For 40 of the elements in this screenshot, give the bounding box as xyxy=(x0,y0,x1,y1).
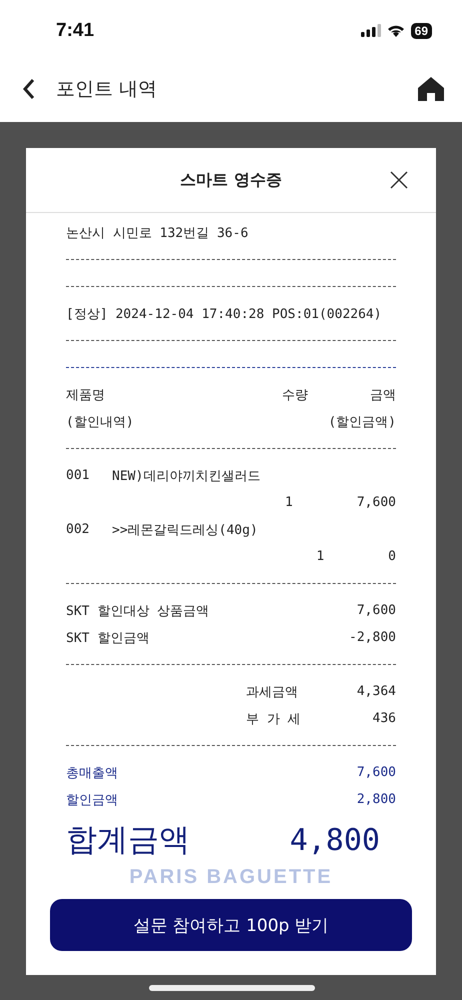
wifi-icon xyxy=(386,24,405,37)
receipt-label: SKT 할인대상 상품금액 xyxy=(66,602,210,620)
quantity-text: 1 xyxy=(315,549,324,564)
receipt-label: SKT 할인금액 xyxy=(66,630,150,646)
amount-text: 7,600 xyxy=(356,603,396,618)
tax-label: 과세금액 xyxy=(246,684,298,700)
tax-label: 부 가 세 xyxy=(246,710,301,728)
survey-button[interactable]: 설문 참여하고 100p 받기 xyxy=(50,899,412,951)
item-code: 002 xyxy=(66,522,90,537)
total-amount: 4,800 xyxy=(290,822,380,858)
summary-amount: 7,600 xyxy=(356,765,396,780)
signal-icon xyxy=(360,24,381,37)
item-name: >>레몬갈릭드레싱(40g) xyxy=(112,522,258,538)
item-name: NEW)데리야끼치킨샐러드 xyxy=(112,468,260,484)
amount-text: -2,800 xyxy=(349,630,396,645)
dialog-title: 스마트 영수증 xyxy=(180,170,282,190)
quantity-text: 1 xyxy=(284,495,293,510)
receipt-label: 제품명 xyxy=(66,386,105,404)
receipt-text: [정상] 2024-12-04 17:40:28 POS:01(002264) xyxy=(66,306,382,322)
receipt-text: 논산시 시민로 132번길 36-6 xyxy=(66,224,248,242)
quantity-text: 수량 xyxy=(282,386,306,404)
tax-amount: 436 xyxy=(372,711,396,726)
amount-text: 7,600 xyxy=(356,495,396,510)
home-icon[interactable] xyxy=(418,76,444,100)
close-icon[interactable] xyxy=(390,171,408,189)
amount-text: (할인금액) xyxy=(328,414,396,430)
page-title: 포인트 내역 xyxy=(56,76,158,102)
amount-text: 0 xyxy=(388,549,396,564)
receipt-label: (할인내역) xyxy=(66,414,134,430)
summary-label: 총매출액 xyxy=(66,764,118,782)
tax-amount: 4,364 xyxy=(356,684,396,699)
amount-text: 금액 xyxy=(370,386,396,404)
summary-amount: 2,800 xyxy=(356,792,396,807)
item-code: 001 xyxy=(66,468,90,483)
clock-time: 7:41 xyxy=(56,20,94,42)
back-icon[interactable] xyxy=(22,78,36,100)
total-label: 합계금액 xyxy=(66,821,190,860)
brand-logo: PARIS BAGUETTE xyxy=(129,867,333,887)
summary-label: 할인금액 xyxy=(66,792,118,808)
battery-level: 69 xyxy=(410,22,432,38)
